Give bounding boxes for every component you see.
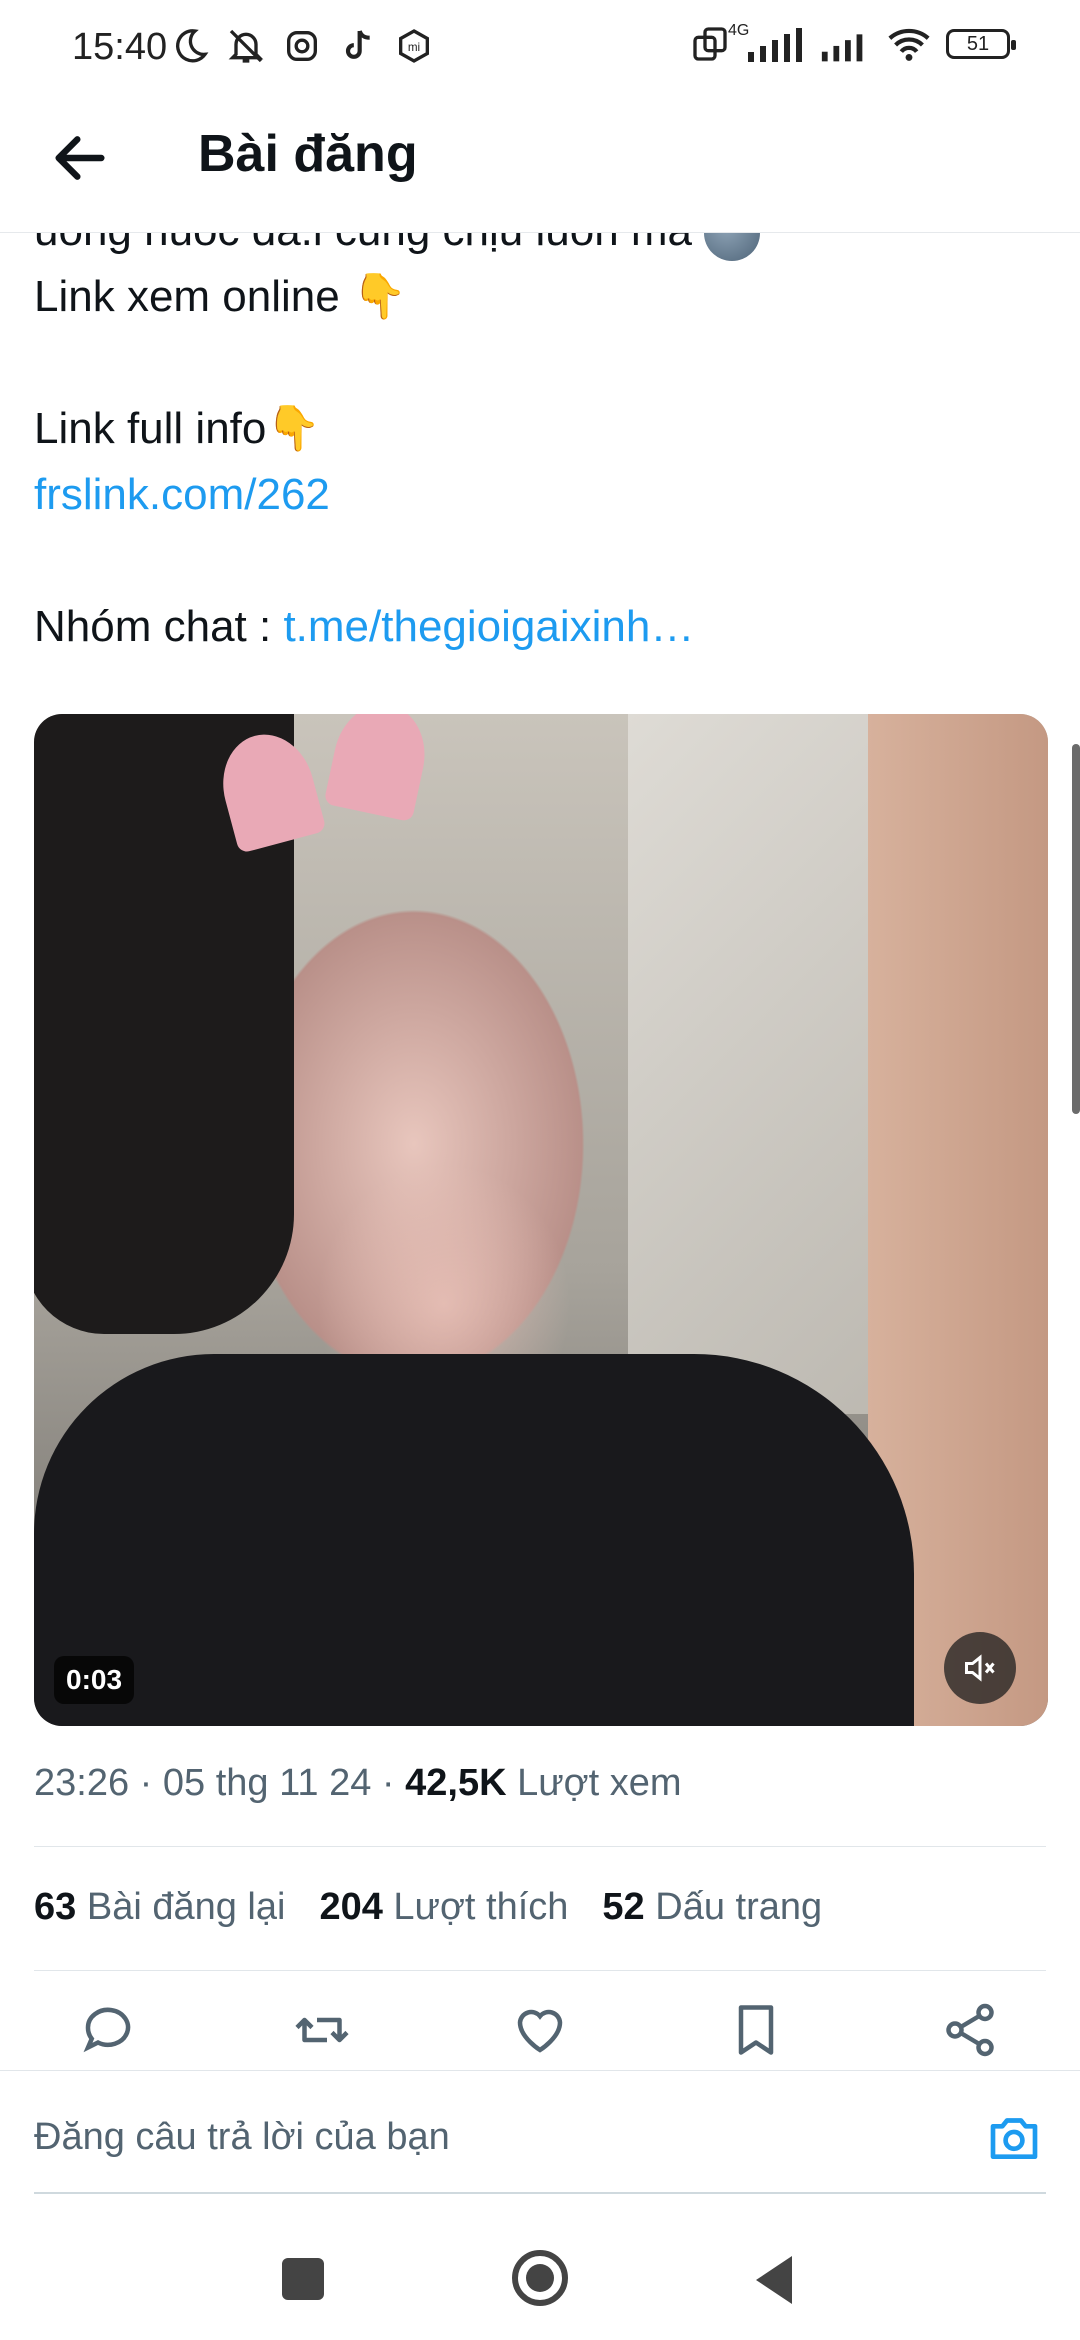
mute-button[interactable]: [944, 1632, 1016, 1704]
reposts-stat[interactable]: 63 Bài đăng lại: [34, 1886, 285, 1929]
video-duration: 0:03: [54, 1656, 135, 1704]
bell-off-icon: [228, 29, 264, 63]
post-line: frslink.com/262: [34, 462, 1044, 528]
post-text-line3: Link full info: [34, 404, 267, 453]
like-icon[interactable]: [510, 2000, 570, 2060]
reply-underline: [34, 2192, 1046, 2194]
post-line: Nhóm chat : t.me/thegioigaixinh…: [34, 594, 1044, 660]
group-chat-label: Nhóm chat :: [34, 602, 272, 651]
tiktok-icon: [345, 30, 370, 59]
signal-icon: [821, 34, 863, 62]
speaker-muted-icon: [965, 1654, 995, 1682]
status-icons-left: mi: [170, 26, 434, 66]
bookmark-icon[interactable]: [726, 2000, 786, 2060]
divider: [34, 1846, 1046, 1847]
page-title: Bài đăng: [198, 125, 418, 183]
scrollbar[interactable]: [1072, 744, 1080, 1114]
battery-icon: 51: [946, 29, 1016, 59]
pointing-down-icon: 👇: [351, 272, 407, 321]
likes-stat[interactable]: 204 Lượt thích: [319, 1886, 568, 1929]
svg-text:mi: mi: [408, 41, 420, 54]
status-time: 15:40: [72, 26, 168, 68]
reposts-count: 63: [34, 1886, 77, 1928]
post-link-telegram[interactable]: t.me/thegioigaixinh…: [283, 602, 694, 651]
views-count: 42,5K: [405, 1762, 507, 1804]
home-button[interactable]: [512, 2250, 568, 2306]
post-link-frslink[interactable]: frslink.com/262: [34, 470, 330, 519]
status-bar: 15:40 mi 4G 51: [0, 0, 1080, 100]
recent-apps-button[interactable]: [282, 2258, 324, 2300]
status-icons-right: 51: [690, 24, 1016, 64]
post-timestamp: 23:26 · 05 thg 11 24 ·: [34, 1762, 406, 1804]
back-arrow-icon[interactable]: [48, 126, 112, 190]
post-timestamp-views: 23:26 · 05 thg 11 24 · 42,5K Lượt xem: [34, 1762, 682, 1805]
camera-icon[interactable]: [986, 2110, 1042, 2166]
repost-icon[interactable]: [292, 2000, 352, 2060]
bookmarks-stat[interactable]: 52 Dấu trang: [602, 1886, 822, 1929]
reply-icon[interactable]: [78, 2000, 138, 2060]
video-frame-shirt: [34, 1354, 914, 1726]
bookmarks-label: Dấu trang: [655, 1886, 823, 1928]
divider: [0, 2070, 1080, 2071]
signal-icon: [748, 28, 802, 62]
instagram-icon: [287, 31, 317, 61]
moon-icon: [175, 29, 209, 63]
post-text: uong nuoc da.i cung chịu luon ma Link xe…: [34, 198, 1044, 660]
post-text-line2: Link xem online: [34, 272, 340, 321]
post-line: Link full info👇: [34, 396, 1044, 462]
reposts-label: Bài đăng lại: [86, 1886, 286, 1928]
pointing-down-icon: 👇: [266, 404, 322, 453]
likes-label: Lượt thích: [393, 1886, 569, 1928]
reply-input[interactable]: Đăng câu trả lời của bạn: [34, 2116, 450, 2159]
post-video[interactable]: 0:03: [34, 714, 1048, 1726]
top-app-bar: Bài đăng: [0, 100, 1080, 233]
home-dot: [526, 2264, 554, 2292]
screen-rotate-icon: [693, 27, 727, 61]
share-icon[interactable]: [940, 2000, 1000, 2060]
divider: [34, 1970, 1046, 1971]
post-stats: 63 Bài đăng lại 204 Lượt thích 52 Dấu tr…: [34, 1886, 822, 1929]
action-bar: [0, 2000, 1080, 2070]
mi-icon: mi: [399, 29, 429, 63]
back-button[interactable]: [756, 2256, 792, 2304]
likes-count: 204: [319, 1886, 383, 1928]
views-label: Lượt xem: [517, 1762, 682, 1804]
system-nav-bar: [0, 2220, 1080, 2340]
bookmarks-count: 52: [602, 1886, 645, 1928]
wifi-icon: [888, 28, 930, 61]
post-line: Link xem online 👇: [34, 264, 1044, 330]
video-filter-ear: [323, 714, 435, 823]
